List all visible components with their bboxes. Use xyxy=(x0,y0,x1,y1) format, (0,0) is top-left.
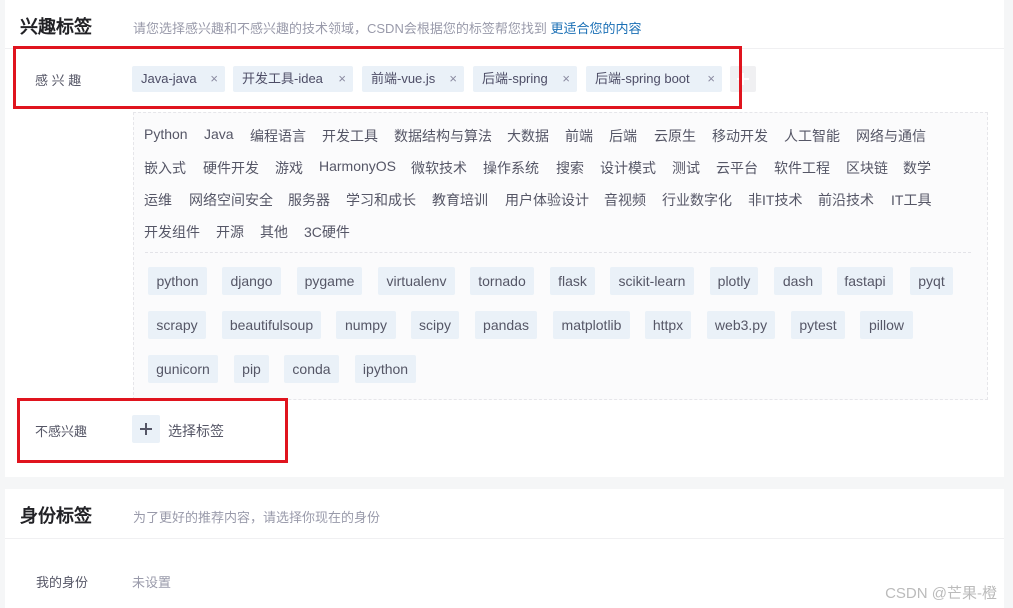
selected-tag: Java-java × xyxy=(132,66,225,92)
subtag-chip[interactable]: matplotlib xyxy=(553,311,630,339)
category-item[interactable]: 硬件开发 xyxy=(203,158,259,178)
subtag-chip[interactable]: scipy xyxy=(411,311,459,339)
interest-section-title: 兴趣标签 xyxy=(20,17,92,37)
subtag-chip[interactable]: flask xyxy=(550,267,595,295)
interest-section-desc: 请您选择感兴趣和不感兴趣的技术领域，CSDN会根据您的标签帮您找到 更适合您的内… xyxy=(133,18,641,37)
category-item[interactable]: 音视频 xyxy=(604,190,646,210)
subtag-chip[interactable]: pyqt xyxy=(910,267,953,295)
identity-section-desc: 为了更好的推荐内容，请选择你现在的身份 xyxy=(133,510,381,525)
category-item[interactable]: 前端 xyxy=(565,126,593,146)
selected-tag: 开发工具-idea × xyxy=(233,66,353,92)
remove-tag-icon[interactable]: × xyxy=(562,66,570,92)
subtag-chip[interactable]: tornado xyxy=(470,267,534,295)
category-item[interactable]: 微软技术 xyxy=(411,158,467,178)
subtag-chip[interactable]: virtualenv xyxy=(378,267,455,295)
category-item[interactable]: 嵌入式 xyxy=(144,158,186,178)
category-item[interactable]: 网络与通信 xyxy=(856,126,926,146)
category-item[interactable]: Java xyxy=(204,126,234,142)
remove-tag-icon[interactable]: × xyxy=(707,66,715,92)
my-identity-value[interactable]: 未设置 xyxy=(132,572,171,591)
category-item[interactable]: 测试 xyxy=(672,158,700,178)
category-item[interactable]: 数学 xyxy=(903,158,931,178)
interested-row-label: 感 兴 趣 xyxy=(35,73,82,88)
category-item[interactable]: 云原生 xyxy=(654,126,696,146)
subtag-chip[interactable]: pandas xyxy=(475,311,537,339)
category-item[interactable]: 教育培训 xyxy=(432,190,488,210)
interest-desc-text: 请您选择感兴趣和不感兴趣的技术领域，CSDN会根据您的标签帮您找到 xyxy=(133,21,547,36)
better-content-link[interactable]: 更适合您的内容 xyxy=(550,21,641,36)
selected-tag-label: 后端-spring boot xyxy=(595,71,690,86)
selected-tag-label: Java-java xyxy=(141,71,197,86)
category-item[interactable]: 开源 xyxy=(216,222,244,242)
category-item[interactable]: 搜索 xyxy=(556,158,584,178)
subtag-chip[interactable]: web3.py xyxy=(707,311,775,339)
subtag-chip[interactable]: scrapy xyxy=(148,311,206,339)
subtag-chip[interactable]: beautifulsoup xyxy=(222,311,321,339)
subtag-chip[interactable]: pytest xyxy=(791,311,845,339)
remove-tag-icon[interactable]: × xyxy=(338,66,346,92)
category-item[interactable]: 操作系统 xyxy=(483,158,539,178)
selected-tag: 后端-spring boot × xyxy=(586,66,722,92)
subtag-chip[interactable]: django xyxy=(222,267,281,295)
category-item[interactable]: 移动开发 xyxy=(712,126,768,146)
subtag-chip[interactable]: httpx xyxy=(645,311,691,339)
selected-tag-label: 开发工具-idea xyxy=(242,71,323,86)
interest-card-header: 兴趣标签 请您选择感兴趣和不感兴趣的技术领域，CSDN会根据您的标签帮您找到 更… xyxy=(5,0,1004,49)
category-item[interactable]: 后端 xyxy=(609,126,637,146)
category-item[interactable]: 编程语言 xyxy=(250,126,306,146)
category-item[interactable]: 大数据 xyxy=(507,126,549,146)
select-tags-link[interactable]: 选择标签 xyxy=(168,421,224,441)
category-item[interactable]: 开发工具 xyxy=(322,126,378,146)
subtag-chip[interactable]: scikit-learn xyxy=(610,267,694,295)
category-item[interactable]: 数据结构与算法 xyxy=(394,126,492,146)
category-item[interactable]: 区块链 xyxy=(846,158,888,178)
subtag-chip[interactable]: conda xyxy=(284,355,339,383)
remove-tag-icon[interactable]: × xyxy=(449,66,457,92)
panel-divider xyxy=(145,252,971,253)
selected-tag-label: 前端-vue.js xyxy=(371,71,436,86)
subtag-chip[interactable]: dash xyxy=(774,267,822,295)
category-item[interactable]: 前沿技术 xyxy=(818,190,874,210)
subtag-chip[interactable]: numpy xyxy=(336,311,396,339)
subtag-chip[interactable]: fastapi xyxy=(837,267,893,295)
subtag-chip[interactable]: gunicorn xyxy=(148,355,218,383)
category-item[interactable]: 设计模式 xyxy=(600,158,656,178)
subtag-chip[interactable]: pygame xyxy=(297,267,362,295)
category-item[interactable]: 游戏 xyxy=(275,158,303,178)
category-item[interactable]: 行业数字化 xyxy=(662,190,732,210)
subtag-chip[interactable]: pillow xyxy=(860,311,913,339)
selected-tag: 前端-vue.js × xyxy=(362,66,464,92)
subtag-chip[interactable]: pip xyxy=(234,355,269,383)
category-item[interactable]: 人工智能 xyxy=(784,126,840,146)
category-item[interactable]: 非IT技术 xyxy=(748,190,802,210)
category-item[interactable]: 云平台 xyxy=(716,158,758,178)
selected-tag: 后端-spring × xyxy=(473,66,577,92)
category-item[interactable]: 用户体验设计 xyxy=(505,190,589,210)
add-interest-tag-button[interactable] xyxy=(730,66,756,92)
identity-card-header: 身份标签 为了更好的推荐内容，请选择你现在的身份 xyxy=(5,489,1004,539)
category-item[interactable]: 学习和成长 xyxy=(346,190,416,210)
add-not-interested-button[interactable] xyxy=(132,415,160,443)
category-item[interactable]: HarmonyOS xyxy=(319,158,396,174)
category-item[interactable]: Python xyxy=(144,126,188,142)
category-item[interactable]: 运维 xyxy=(144,190,172,210)
category-item[interactable]: 软件工程 xyxy=(774,158,830,178)
category-item[interactable]: 开发组件 xyxy=(144,222,200,242)
selected-tag-label: 后端-spring xyxy=(482,71,548,86)
identity-section-title: 身份标签 xyxy=(20,506,92,526)
category-item[interactable]: 网络空间安全 xyxy=(189,190,273,210)
category-item[interactable]: 其他 xyxy=(260,222,288,242)
my-identity-label: 我的身份 xyxy=(36,575,89,590)
subtag-chip[interactable]: python xyxy=(148,267,207,295)
category-item[interactable]: 3C硬件 xyxy=(304,222,350,242)
category-item[interactable]: 服务器 xyxy=(288,190,330,210)
subtag-chip[interactable]: plotly xyxy=(710,267,758,295)
remove-tag-icon[interactable]: × xyxy=(210,66,218,92)
csdn-watermark: CSDN @芒果-橙 xyxy=(885,585,997,602)
category-item[interactable]: IT工具 xyxy=(891,190,931,210)
not-interested-row-label: 不感兴趣 xyxy=(35,424,88,439)
subtag-chip[interactable]: ipython xyxy=(355,355,416,383)
